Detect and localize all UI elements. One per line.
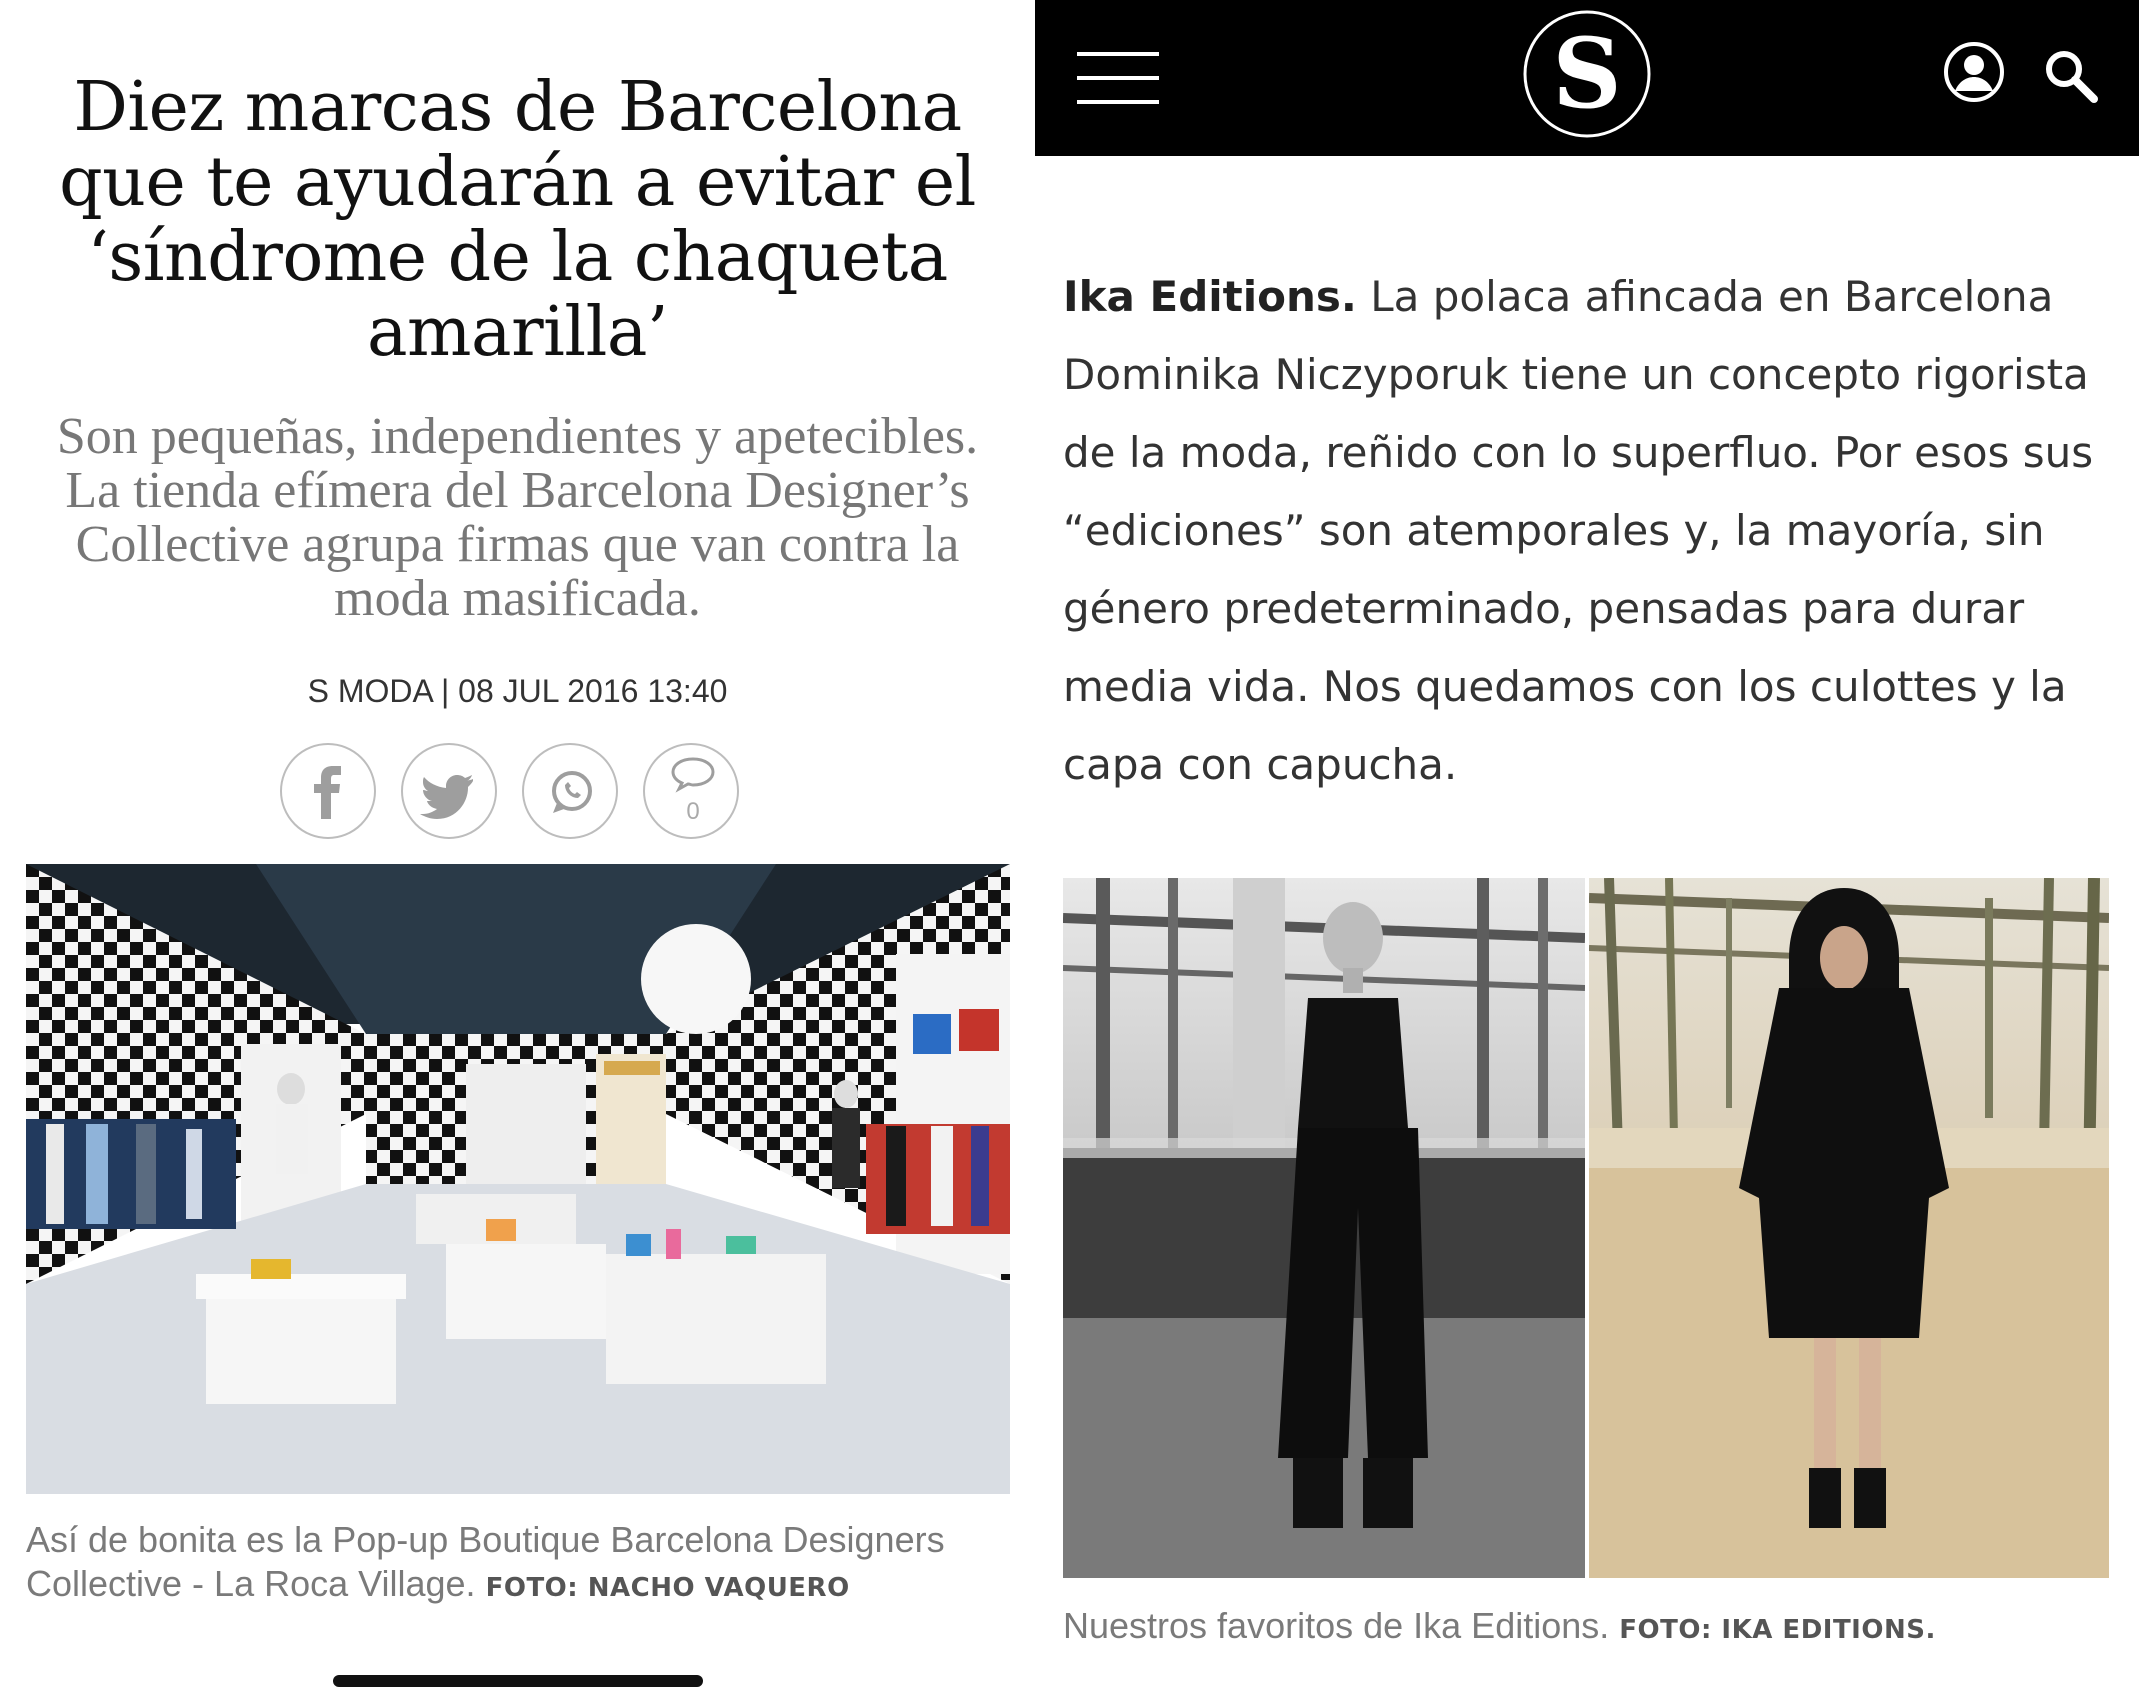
- twitter-icon: [420, 775, 473, 819]
- product-photos: [1063, 878, 2109, 1578]
- comments-button[interactable]: 0: [643, 743, 739, 839]
- article-headline: Diez marcas de Barcelona que te ayudarán…: [59, 68, 976, 372]
- right-caption-text: Nuestros favoritos de Ika Editions.: [1063, 1605, 1610, 1646]
- facebook-share-button[interactable]: [280, 743, 376, 839]
- search-icon[interactable]: [2040, 45, 2100, 105]
- twitter-share-button[interactable]: [401, 743, 497, 839]
- menu-icon[interactable]: [1077, 52, 1159, 106]
- site-logo[interactable]: S: [1521, 8, 1653, 140]
- user-icon[interactable]: [1943, 41, 2005, 103]
- comment-count: 0: [686, 798, 700, 825]
- article-byline: S MODA | 08 JUL 2016 13:40: [307, 673, 728, 709]
- right-article-screen: S Ika Editions. La polaca afincada en Ba…: [1035, 0, 2139, 1707]
- home-indicator[interactable]: [333, 1675, 703, 1687]
- article-subheadline: Son pequeñas, independientes y apetecibl…: [56, 408, 979, 627]
- share-buttons: 0: [280, 743, 750, 841]
- left-photo-credit: FOTO: NACHO VAQUERO: [485, 1573, 850, 1603]
- brand-name: Ika Editions.: [1063, 272, 1357, 321]
- logo-letter: S: [1552, 17, 1622, 130]
- paragraph-text: La polaca afincada en Barcelona Dominika…: [1063, 272, 2094, 789]
- whatsapp-icon: [552, 771, 592, 813]
- photo-culottes: [1063, 878, 1585, 1578]
- comment-icon: [671, 757, 715, 793]
- right-photo-caption: Nuestros favoritos de Ika Editions. FOTO…: [1063, 1604, 2123, 1652]
- left-article-screen: Diez marcas de Barcelona que te ayudarán…: [0, 0, 1035, 1707]
- store-photo: [26, 864, 1010, 1494]
- right-photo-credit: FOTO: IKA EDITIONS.: [1619, 1615, 1936, 1645]
- article-paragraph: Ika Editions. La polaca afincada en Barc…: [1063, 258, 2123, 804]
- site-header: S: [1035, 0, 2139, 156]
- photo-hooded-cape: [1589, 878, 2109, 1578]
- whatsapp-share-button[interactable]: [522, 743, 618, 839]
- facebook-icon: [314, 766, 341, 819]
- left-photo-caption: Así de bonita es la Pop-up Boutique Barc…: [26, 1518, 1010, 1610]
